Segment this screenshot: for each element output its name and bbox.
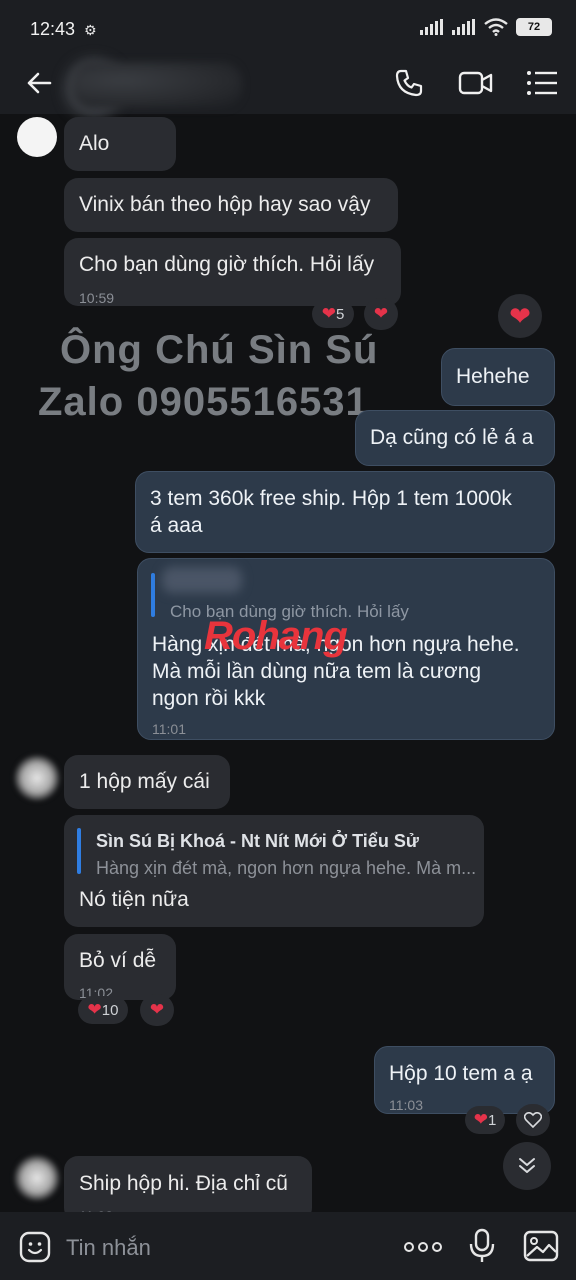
quick-react-button[interactable]: ❤ xyxy=(498,294,542,338)
message-text: Vinix bán theo hộp hay sao vậy xyxy=(79,193,371,216)
message-bubble-sent[interactable]: Dạ cũng có lẻ á a xyxy=(355,410,555,466)
message-bubble-sent[interactable]: 3 tem 360k free ship. Hộp 1 tem 1000k á … xyxy=(135,471,555,553)
watermark-line1: Ông Chú Sìn Sú xyxy=(60,328,379,372)
message-bubble-reply[interactable]: Sìn Sú Bị Khoá - Nt Nít Mới Ở Tiểu Sử Hà… xyxy=(64,815,484,927)
quote-bar xyxy=(77,828,81,874)
heart-icon: ❤ xyxy=(321,304,336,323)
heart-outline-icon xyxy=(524,1112,542,1128)
message-bubble-sent[interactable]: Hehehe xyxy=(441,348,555,406)
contact-name[interactable] xyxy=(72,62,242,108)
reaction-count[interactable]: ❤ 1 xyxy=(465,1106,505,1134)
scroll-to-bottom-button[interactable] xyxy=(503,1142,551,1190)
quoted-author-blurred xyxy=(162,567,242,593)
message-text: Hộp 10 tem a ạ xyxy=(389,1062,533,1085)
message-text: Hehehe xyxy=(456,365,530,388)
video-call-icon[interactable] xyxy=(458,69,494,102)
react-button[interactable]: ❤ xyxy=(140,994,174,1026)
message-text: Bỏ ví dễ xyxy=(79,949,157,972)
heart-icon: ❤ xyxy=(509,300,531,331)
message-text-line: 3 tem 360k free ship. Hộp 1 tem 1000k xyxy=(150,487,512,510)
message-bubble[interactable]: Cho bạn dùng giờ thích. Hỏi lấy 10:59 xyxy=(64,238,401,306)
react-button[interactable]: ❤ xyxy=(364,298,398,330)
chevron-down-double-icon xyxy=(519,1158,535,1173)
gallery-image-icon[interactable] xyxy=(523,1230,559,1267)
sender-avatar[interactable] xyxy=(14,1155,60,1201)
quoted-author: Sìn Sú Bị Khoá - Nt Nít Mới Ở Tiểu Sử xyxy=(96,831,419,851)
watermark-line2: Zalo 0905516531 xyxy=(38,380,369,424)
heart-icon: ❤ xyxy=(473,1110,488,1129)
message-bubble[interactable]: Bỏ ví dễ 11:02 xyxy=(64,934,176,1001)
more-options-icon[interactable] xyxy=(404,1240,442,1258)
microphone-icon[interactable] xyxy=(469,1228,495,1269)
message-text: Cho bạn dùng giờ thích. Hỏi lấy xyxy=(79,253,375,276)
heart-icon: ❤ xyxy=(373,304,389,323)
message-time: 11:01 xyxy=(152,721,186,737)
message-time: 10:59 xyxy=(79,290,115,306)
reaction-count[interactable]: ❤ 5 xyxy=(312,300,354,328)
phone-call-icon[interactable] xyxy=(394,68,424,103)
wifi-icon xyxy=(484,18,508,36)
quote-bar xyxy=(151,573,155,617)
message-input[interactable]: Tin nhắn xyxy=(66,1235,151,1261)
sender-avatar[interactable] xyxy=(14,755,60,801)
message-text-line: Mà mỗi lần dùng nữa tem là cương xyxy=(152,660,482,683)
signal-icon-2 xyxy=(452,19,475,35)
rohang-logo-watermark: Rohang xyxy=(204,614,348,658)
message-text-line: á aaa xyxy=(150,514,203,537)
back-arrow-icon[interactable] xyxy=(24,68,54,103)
menu-list-icon[interactable] xyxy=(526,70,558,101)
quoted-text: Hàng xịn đét mà, ngon hơn ngựa hehe. Mà … xyxy=(96,858,477,878)
heart-icon: ❤ xyxy=(149,1000,165,1019)
message-text: Dạ cũng có lẻ á a xyxy=(370,426,534,449)
message-text: Alo xyxy=(79,132,110,155)
message-text: 1 hộp mấy cái xyxy=(79,770,210,793)
sender-avatar[interactable] xyxy=(17,117,57,157)
reaction-count[interactable]: ❤ 10 xyxy=(78,996,128,1024)
heart-icon: ❤ xyxy=(87,1000,102,1019)
message-time: 11:03 xyxy=(389,1097,423,1113)
message-text: Ship hộp hi. Địa chỉ cũ xyxy=(79,1172,288,1195)
battery-indicator: 72 xyxy=(516,18,552,36)
status-time: 12:43 xyxy=(30,19,76,39)
message-bubble[interactable]: Alo xyxy=(64,117,176,171)
react-button[interactable] xyxy=(516,1104,550,1136)
message-bubble[interactable]: 1 hộp mấy cái xyxy=(64,755,230,809)
signal-icon xyxy=(420,19,443,35)
message-bubble[interactable]: Vinix bán theo hộp hay sao vậy xyxy=(64,178,398,232)
message-text: Nó tiện nữa xyxy=(79,888,189,911)
settings-gear-icon: ⚙ xyxy=(84,22,97,38)
message-text-line: ngon rồi kkk xyxy=(152,687,266,710)
sticker-emoji-icon[interactable] xyxy=(18,1230,52,1269)
status-icons: 72 xyxy=(420,18,552,36)
